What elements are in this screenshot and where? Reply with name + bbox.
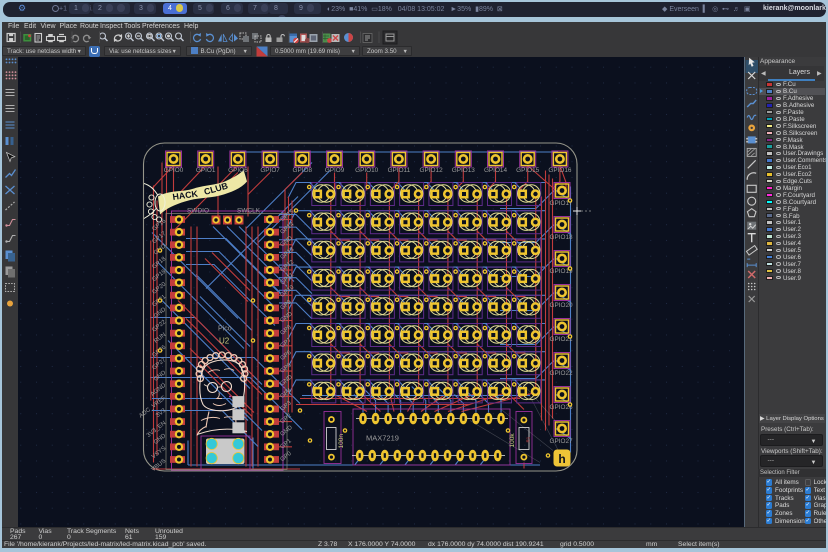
- svg-text:100n: 100n: [338, 433, 345, 448]
- svg-text:R1: R1: [526, 436, 531, 442]
- svg-text:GPIO8: GPIO8: [293, 167, 313, 174]
- svg-text:GPIO12: GPIO12: [420, 167, 444, 174]
- svg-text:Pico: Pico: [218, 325, 232, 332]
- svg-text:SWCLK: SWCLK: [237, 207, 261, 214]
- svg-text:U2: U2: [219, 336, 230, 345]
- svg-text:GPIO1: GPIO1: [196, 167, 216, 174]
- svg-text:GPIO10: GPIO10: [355, 167, 379, 174]
- svg-text:GPIO6: GPIO6: [228, 167, 248, 174]
- svg-text:100k: 100k: [509, 432, 516, 447]
- svg-text:GPIO7: GPIO7: [260, 167, 280, 174]
- svg-text:h: h: [558, 452, 565, 466]
- svg-text:GPIO22: GPIO22: [550, 370, 574, 377]
- svg-text:GPIO18: GPIO18: [550, 234, 574, 241]
- svg-text:GPIO16: GPIO16: [548, 167, 572, 174]
- svg-text:MAX7219: MAX7219: [366, 433, 399, 442]
- svg-text:GPIO14: GPIO14: [484, 167, 508, 174]
- svg-text:GPIO15: GPIO15: [516, 167, 540, 174]
- svg-text:GPIO0: GPIO0: [164, 167, 184, 174]
- svg-text:GPIO9: GPIO9: [325, 167, 345, 174]
- svg-text:GPIO11: GPIO11: [388, 167, 411, 174]
- svg-text:GPIO20: GPIO20: [550, 302, 574, 309]
- svg-text:GPIO27: GPIO27: [550, 438, 574, 445]
- svg-text:SWDIO: SWDIO: [187, 207, 209, 214]
- svg-text:GPIO13: GPIO13: [452, 167, 476, 174]
